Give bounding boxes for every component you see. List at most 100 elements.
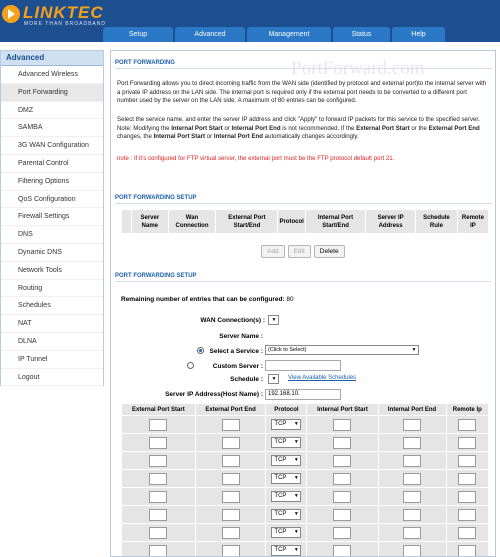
external-port-end-input[interactable]: [221, 526, 240, 539]
internal-port-end-input[interactable]: [403, 544, 422, 556]
remote-ip-input[interactable]: [458, 472, 477, 485]
ftp-note: note : If it's configured for FTP virtua…: [117, 155, 395, 162]
sidebar-item-dmz[interactable]: DMZ: [1, 102, 103, 120]
sidebar-item-dns[interactable]: DNS: [1, 226, 103, 244]
sidebar-item-qos[interactable]: QoS Configuration: [1, 191, 103, 209]
protocol-select[interactable]: TCP ▼: [271, 455, 302, 466]
remote-ip-input[interactable]: [458, 454, 477, 467]
protocol-select[interactable]: TCP ▼: [271, 527, 302, 538]
protocol-value: TCP: [274, 475, 287, 481]
rules-select-column: [121, 209, 132, 234]
internal-port-end-input[interactable]: [403, 454, 422, 467]
external-port-end-input[interactable]: [221, 436, 240, 449]
internal-port-start-input[interactable]: [333, 454, 352, 467]
sidebar-item-logout[interactable]: Logout: [1, 369, 103, 387]
port-cell: [377, 469, 447, 488]
view-schedules-link[interactable]: View Available Schedules: [288, 375, 356, 381]
external-port-start-input[interactable]: [149, 544, 168, 556]
sidebar-item-filtering-options[interactable]: Filtering Options: [1, 173, 103, 191]
sidebar-item-network-tools[interactable]: Network Tools: [1, 262, 103, 280]
port-cell: [194, 451, 267, 470]
port-cell: [377, 433, 447, 452]
tab-setup[interactable]: Setup: [103, 27, 173, 42]
internal-port-start-input[interactable]: [333, 418, 352, 431]
sidebar-item-schedules[interactable]: Schedules: [1, 297, 103, 316]
sidebar-item-advanced-wireless[interactable]: Advanced Wireless: [1, 66, 103, 84]
port-cell: [445, 415, 490, 434]
internal-port-end-input[interactable]: [403, 472, 422, 485]
edit-button[interactable]: Edit: [287, 245, 311, 258]
internal-port-start-input[interactable]: [333, 436, 352, 449]
service-select[interactable]: (Click to Select) ▼: [265, 345, 419, 355]
internal-port-start-input[interactable]: [333, 544, 352, 556]
tab-management[interactable]: Management: [247, 27, 331, 42]
port-row: TCP ▼: [121, 541, 490, 556]
port-cell: [445, 469, 490, 488]
sidebar-item-ip-tunnel[interactable]: IP Tunnel: [1, 351, 103, 369]
external-port-end-input[interactable]: [221, 418, 240, 431]
remote-ip-input[interactable]: [458, 490, 477, 503]
external-port-end-input[interactable]: [221, 490, 240, 503]
external-port-start-input[interactable]: [149, 472, 168, 485]
add-button[interactable]: Add: [261, 245, 285, 258]
rules-col-protocol: Protocol: [277, 209, 306, 234]
internal-port-end-input[interactable]: [403, 436, 422, 449]
remote-ip-input[interactable]: [458, 436, 477, 449]
server-name-label: Server Name :: [219, 333, 263, 340]
custom-server-input[interactable]: [265, 360, 341, 371]
delete-button[interactable]: Delete: [313, 245, 345, 258]
internal-port-start-input[interactable]: [333, 490, 352, 503]
protocol-select[interactable]: TCP ▼: [271, 437, 302, 448]
internal-port-end-input[interactable]: [403, 526, 422, 539]
internal-port-start-input[interactable]: [333, 526, 352, 539]
external-port-start-input[interactable]: [149, 526, 168, 539]
wan-connection-select[interactable]: ▼: [268, 315, 279, 325]
internal-port-start-input[interactable]: [333, 508, 352, 521]
internal-port-end-input[interactable]: [403, 508, 422, 521]
protocol-select[interactable]: TCP ▼: [271, 545, 302, 556]
wan-connection-label: WAN Connection(s) :: [200, 317, 265, 324]
port-cell: [377, 523, 447, 542]
sidebar-item-dynamic-dns[interactable]: Dynamic DNS: [1, 244, 103, 262]
remote-ip-input[interactable]: [458, 508, 477, 521]
external-port-end-input[interactable]: [221, 472, 240, 485]
sidebar-item-routing[interactable]: Routing: [1, 280, 103, 298]
sidebar-item-3g-wan[interactable]: 3G WAN Configuration: [1, 137, 103, 155]
sidebar-item-samba[interactable]: SAMBA: [1, 119, 103, 138]
sidebar-item-port-forwarding[interactable]: Port Forwarding: [1, 83, 103, 102]
intro-text: Port Forwarding allows you to direct inc…: [117, 80, 487, 105]
sidebar-item-dlna[interactable]: DLNA: [1, 333, 103, 351]
sidebar-item-parental-control[interactable]: Parental Control: [1, 155, 103, 173]
tab-advanced[interactable]: Advanced: [175, 27, 245, 42]
port-cell: [306, 451, 379, 470]
internal-port-end-input[interactable]: [403, 418, 422, 431]
protocol-select[interactable]: TCP ▼: [271, 419, 302, 430]
port-cell: [121, 469, 196, 488]
external-port-start-input[interactable]: [149, 454, 168, 467]
external-port-start-input[interactable]: [149, 508, 168, 521]
external-port-start-input[interactable]: [149, 436, 168, 449]
remote-ip-input[interactable]: [458, 418, 477, 431]
protocol-select[interactable]: TCP ▼: [271, 473, 302, 484]
external-port-end-input[interactable]: [221, 544, 240, 556]
port-cell: [194, 433, 267, 452]
protocol-select[interactable]: TCP ▼: [271, 509, 302, 520]
section-title-rules: PORT FORWARDING SETUP: [115, 192, 491, 204]
external-port-start-input[interactable]: [149, 490, 168, 503]
tab-status[interactable]: Status: [333, 27, 390, 42]
external-port-start-input[interactable]: [149, 418, 168, 431]
protocol-select[interactable]: TCP ▼: [271, 491, 302, 502]
port-cell: [377, 487, 447, 506]
internal-port-end-input[interactable]: [403, 490, 422, 503]
tab-help[interactable]: Help: [392, 27, 445, 42]
internal-port-start-input[interactable]: [333, 472, 352, 485]
sidebar-item-firewall[interactable]: Firewall Settings: [1, 208, 103, 227]
schedule-select[interactable]: ▼: [268, 374, 279, 384]
remote-ip-input[interactable]: [458, 526, 477, 539]
external-port-end-input[interactable]: [221, 454, 240, 467]
remote-ip-input[interactable]: [458, 544, 477, 556]
port-cell: [121, 451, 196, 470]
server-ip-input[interactable]: 192.168.10.: [265, 389, 341, 400]
sidebar-item-nat[interactable]: NAT: [1, 315, 103, 333]
external-port-end-input[interactable]: [221, 508, 240, 521]
